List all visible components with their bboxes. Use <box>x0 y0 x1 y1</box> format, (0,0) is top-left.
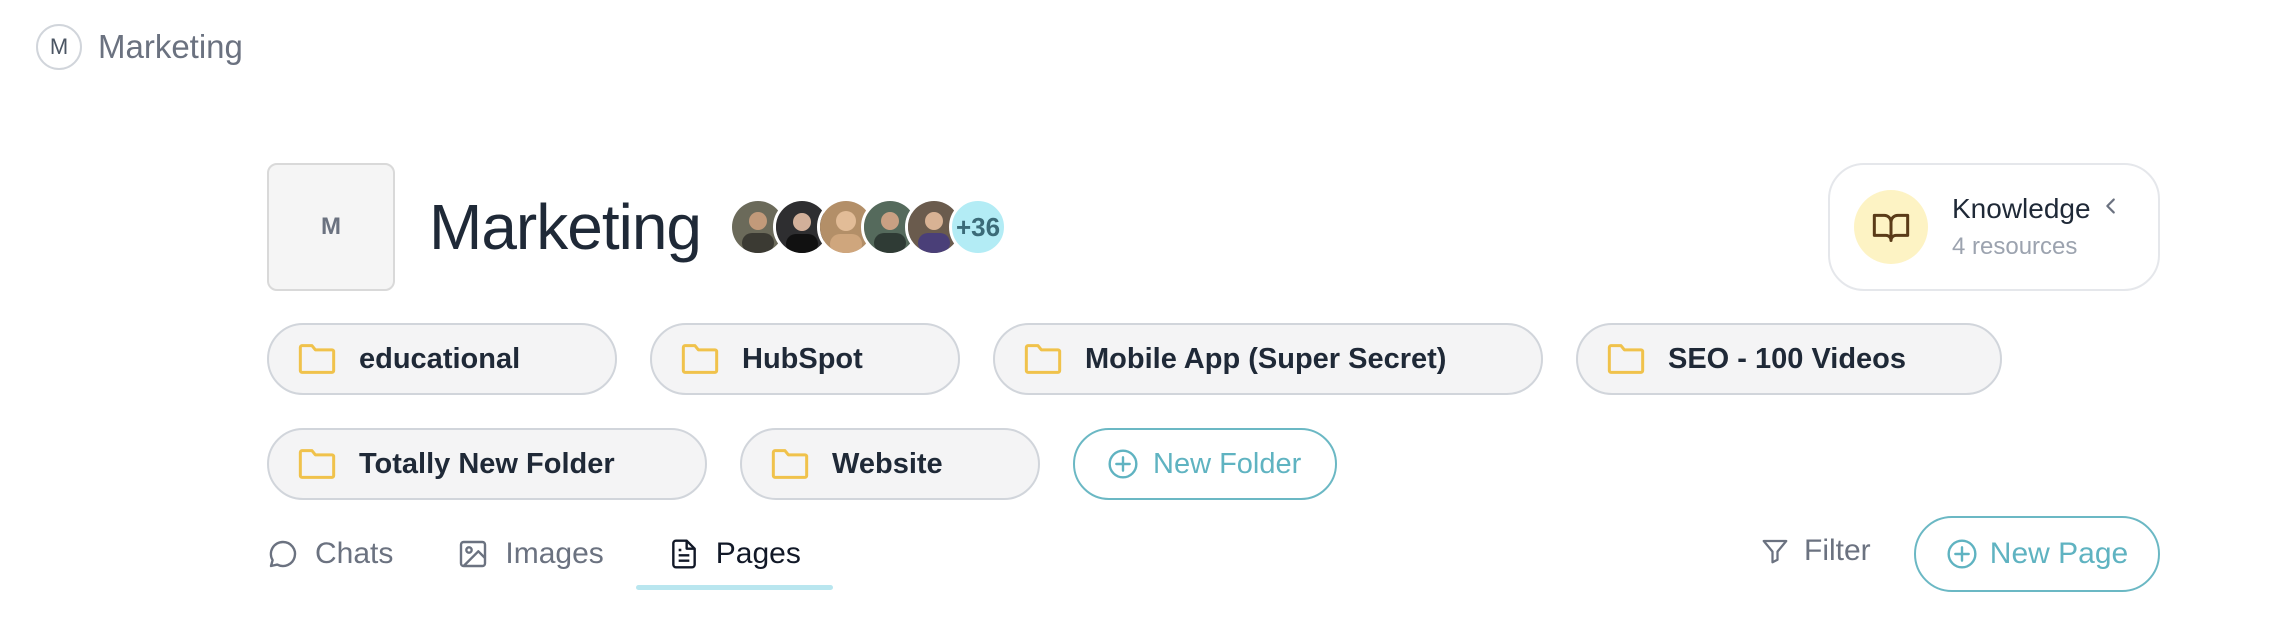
space-header: M Marketing +36 <box>267 163 1007 291</box>
folder-label: Website <box>832 447 943 480</box>
workspace-avatar[interactable]: M <box>36 24 82 70</box>
new-page-label: New Page <box>1989 537 2129 570</box>
plus-circle-icon <box>1947 539 1977 569</box>
workspace-switcher[interactable]: M Marketing <box>36 22 243 72</box>
new-folder-label: New Folder <box>1153 447 1302 480</box>
filter-label: Filter <box>1804 534 1871 567</box>
tab-images[interactable]: Images <box>425 530 635 578</box>
folder-icon <box>298 344 336 374</box>
folder-hubspot[interactable]: HubSpot <box>650 323 960 395</box>
member-avatars[interactable]: +36 <box>729 198 1007 256</box>
tab-pages[interactable]: Pages <box>635 530 833 590</box>
folder-label: HubSpot <box>742 342 863 375</box>
folder-icon <box>771 449 809 479</box>
tab-label: Chats <box>315 537 394 570</box>
folder-icon <box>1024 344 1062 374</box>
folder-label: educational <box>359 342 521 375</box>
book-icon <box>1854 190 1928 264</box>
folder-seo[interactable]: SEO - 100 Videos <box>1576 323 2002 395</box>
more-members-badge[interactable]: +36 <box>949 198 1007 256</box>
folder-educational[interactable]: educational <box>267 323 617 395</box>
folder-icon <box>298 449 336 479</box>
plus-circle-icon <box>1108 449 1138 479</box>
filter-icon <box>1762 539 1788 564</box>
chat-bubble-icon <box>269 540 297 568</box>
chevron-left-icon[interactable] <box>2100 195 2122 222</box>
workspace-name[interactable]: Marketing <box>98 28 243 66</box>
folder-list: educational HubSpot Mobile App (Super Se… <box>267 323 2167 533</box>
knowledge-title: Knowledge <box>1952 193 2091 224</box>
content-tabs: Chats Images Pages <box>267 530 833 590</box>
new-page-button[interactable]: New Page <box>1914 516 2160 592</box>
space-icon[interactable]: M <box>267 163 395 291</box>
page-title: Marketing <box>429 191 702 263</box>
tab-label: Images <box>505 537 604 570</box>
new-folder-button[interactable]: New Folder <box>1073 428 1338 500</box>
folder-icon <box>1607 344 1645 374</box>
folder-mobile-app[interactable]: Mobile App (Super Secret) <box>993 323 1543 395</box>
folder-label: Mobile App (Super Secret) <box>1085 342 1447 375</box>
document-icon <box>671 539 696 569</box>
knowledge-panel[interactable]: Knowledge 4 resources <box>1828 163 2160 291</box>
image-icon <box>460 540 487 568</box>
folder-label: SEO - 100 Videos <box>1668 342 1907 375</box>
folder-label: Totally New Folder <box>359 447 615 480</box>
knowledge-count: 4 resources <box>1952 233 2078 260</box>
tab-label: Pages <box>715 537 801 570</box>
folder-totally-new[interactable]: Totally New Folder <box>267 428 707 500</box>
folder-website[interactable]: Website <box>740 428 1040 500</box>
folder-icon <box>681 344 719 374</box>
filter-button[interactable]: Filter <box>1760 534 1871 568</box>
tab-chats[interactable]: Chats <box>267 530 425 578</box>
